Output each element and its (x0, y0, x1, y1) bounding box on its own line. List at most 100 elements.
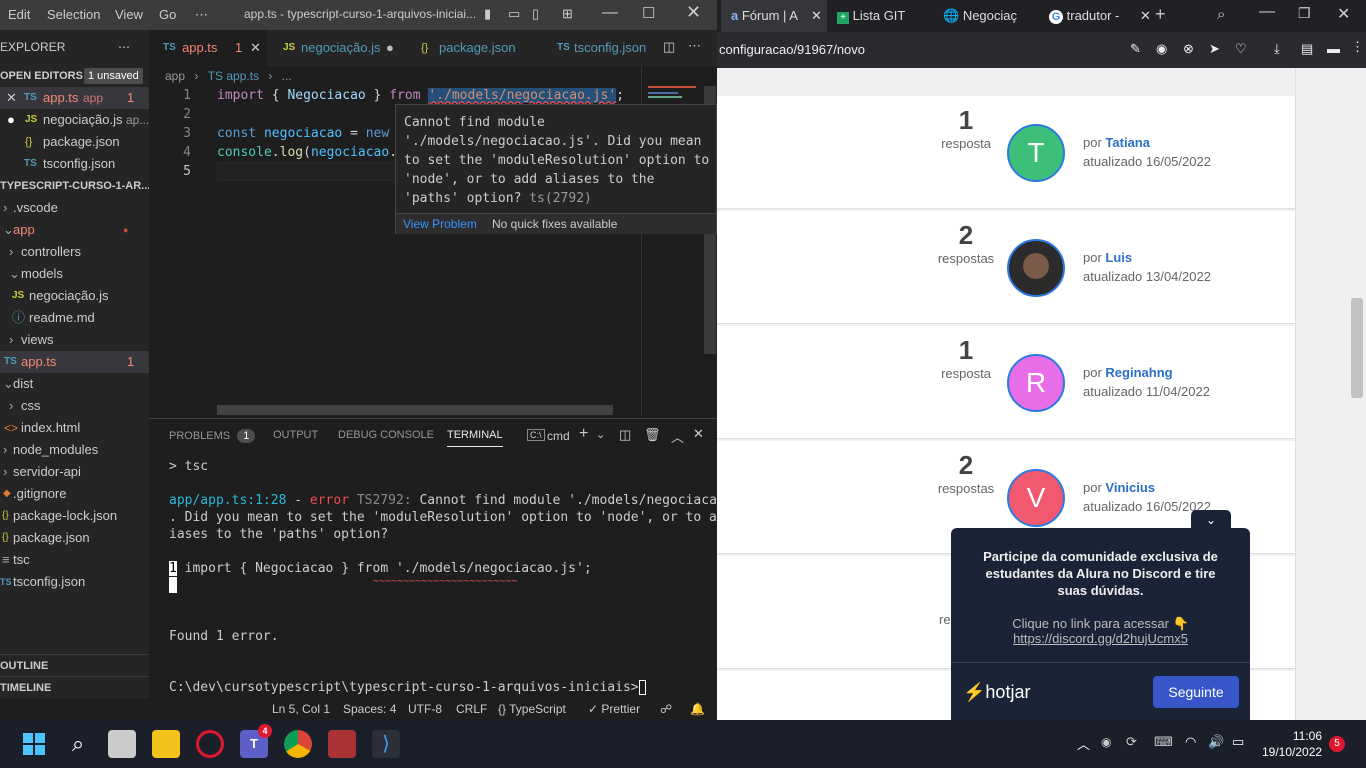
keyboard-icon[interactable]: ⌨ (1154, 734, 1173, 750)
tab-problems[interactable]: PROBLEMS 1 (169, 429, 256, 443)
task-view-icon[interactable] (108, 730, 136, 758)
feedback-icon[interactable]: ☍ (660, 702, 672, 716)
close-icon[interactable]: ✕ (250, 30, 261, 66)
heart-icon[interactable]: ♡ (1235, 41, 1247, 57)
download-icon[interactable]: ⤓ (1274, 41, 1280, 57)
close-icon[interactable]: ✕ (1140, 0, 1151, 32)
split-terminal-icon[interactable]: ◫ (619, 427, 631, 443)
browser-tab-forum[interactable]: a Fórum | A ✕ (721, 0, 827, 32)
tree-package-json[interactable]: {} package.json (0, 527, 149, 549)
opera-icon[interactable] (196, 730, 224, 758)
status-prettier[interactable]: ✓ Prettier (588, 702, 640, 716)
minimize-icon[interactable]: — (1259, 3, 1275, 21)
timeline-header[interactable]: TIMELINE (0, 676, 149, 698)
status-position[interactable]: Ln 5, Col 1 (272, 702, 330, 716)
tree-servidor-api[interactable]: › servidor-api (0, 461, 149, 483)
extensions-icon[interactable]: ▤ (1301, 41, 1313, 57)
layout-secondary-icon[interactable]: ▯ (532, 6, 539, 22)
camera-icon[interactable]: ◉ (1156, 41, 1167, 57)
browser-tab-lista-git[interactable]: + Lista GIT (831, 0, 937, 32)
edit-icon[interactable]: ✎ (1130, 41, 1141, 57)
discord-link[interactable]: https://discord.gg/d2hujUcmx5 (971, 631, 1230, 646)
browser-tab-negociacao[interactable]: 🌐 Negociaç (939, 0, 1044, 32)
tree-views[interactable]: › views (0, 329, 149, 351)
layout-sidebar-icon[interactable]: ▮ (484, 6, 491, 22)
new-tab-icon[interactable]: + (1155, 4, 1166, 25)
chrome-icon[interactable] (284, 730, 312, 758)
wifi-icon[interactable]: ◠ (1185, 734, 1196, 750)
avatar[interactable]: V (1007, 469, 1065, 527)
tree-vscode[interactable]: › .vscode (0, 197, 149, 219)
tab-package-json[interactable]: {} package.json (403, 30, 535, 66)
open-editor-package-json[interactable]: {} package.json (0, 131, 149, 153)
collapse-chevron-icon[interactable]: ⌄ (1191, 510, 1231, 530)
clock[interactable]: 11:06 19/10/2022 (1262, 728, 1322, 760)
tree-tsc[interactable]: ≡ tsc (0, 549, 149, 571)
browser-tab-tradutor[interactable]: G tradutor - ✕ (1047, 0, 1153, 32)
send-icon[interactable]: ➤ (1209, 41, 1220, 57)
close-icon[interactable]: ✕ (811, 0, 822, 32)
terminal-prompt[interactable]: C:\dev\cursotypescript\typescript-curso-… (169, 680, 646, 695)
open-editor-negociacao-js[interactable]: ● JS negociação.js ap... (0, 109, 149, 131)
winrar-icon[interactable] (328, 730, 356, 758)
open-editors-header[interactable]: OPEN EDITORS 1 unsaved (0, 65, 149, 87)
more-actions-icon[interactable]: ⋯ (688, 38, 701, 54)
follow-button[interactable]: Seguinte (1153, 676, 1239, 708)
windows-start-icon[interactable] (20, 730, 48, 758)
add-terminal-icon[interactable]: + (579, 425, 588, 443)
status-language[interactable]: {} TypeScript (498, 702, 566, 716)
tree-index-html[interactable]: <> index.html (0, 417, 149, 439)
menu-edit[interactable]: Edit (8, 7, 30, 22)
author-link[interactable]: Tatiana (1105, 135, 1150, 150)
trash-icon[interactable]: 🗑 (644, 427, 661, 443)
tab-negociacao-js[interactable]: JS negociação.js ● (267, 30, 403, 66)
close-icon[interactable]: ✕ (686, 2, 701, 23)
url-text[interactable]: configuracao/91967/novo (719, 42, 865, 57)
split-editor-icon[interactable]: ◫ (663, 39, 675, 55)
tab-debug-console[interactable]: DEBUG CONSOLE (338, 429, 434, 441)
explorer-more-icon[interactable]: ⋯ (118, 36, 130, 58)
tray-chevron-icon[interactable]: ︿ (1077, 734, 1090, 753)
maximize-icon[interactable]: ☐ (642, 4, 655, 22)
close-icon[interactable]: ✕ (6, 87, 17, 109)
breadcrumb-item[interactable]: TS app.ts (208, 69, 259, 83)
battery-icon[interactable]: ▬ (1327, 41, 1340, 56)
author-link[interactable]: Luis (1105, 250, 1132, 265)
author-link[interactable]: Vinicius (1105, 480, 1155, 495)
menu-icon[interactable]: ⋮ (1351, 39, 1364, 55)
tree-gitignore[interactable]: ◆ .gitignore (0, 483, 149, 505)
close-icon[interactable]: ✕ (1337, 4, 1350, 24)
post-card[interactable]: 1 resposta T por Tatiana atualizado 16/05… (717, 96, 1295, 209)
notification-badge[interactable]: 5 (1329, 736, 1345, 752)
outline-header[interactable]: OUTLINE (0, 654, 149, 676)
status-encoding[interactable]: UTF-8 (408, 702, 442, 716)
search-icon[interactable]: ⌕ (1217, 6, 1225, 23)
menu-selection[interactable]: Selection (47, 7, 100, 22)
tree-models[interactable]: ⌄ models (0, 263, 149, 285)
tray-sync-icon[interactable]: ⟳ (1126, 734, 1137, 750)
customize-layout-icon[interactable]: ⊞ (562, 6, 573, 22)
menu-go[interactable]: Go (159, 7, 176, 22)
address-bar[interactable]: configuracao/91967/novo ✎ ◉ ⊗ ➤ ♡ ⤓ ▤ ▬ … (717, 32, 1366, 68)
avatar[interactable]: T (1007, 124, 1065, 182)
menu-more[interactable]: ⋯ (195, 7, 208, 23)
page-scrollbar[interactable] (1351, 298, 1363, 398)
avatar[interactable] (1007, 239, 1065, 297)
author-link[interactable]: Reginahng (1105, 365, 1172, 380)
layout-panel-icon[interactable]: ▭ (508, 6, 520, 22)
open-editor-app-ts[interactable]: ✕ TS app.ts app 1 (0, 87, 149, 109)
open-editor-tsconfig[interactable]: TS tsconfig.json (0, 153, 149, 175)
avatar[interactable]: R (1007, 354, 1065, 412)
maximize-panel-icon[interactable]: ︿ (671, 427, 684, 446)
tree-package-lock[interactable]: {} package-lock.json (0, 505, 149, 527)
close-panel-icon[interactable]: ✕ (693, 426, 704, 442)
blocker-icon[interactable]: ⊗ (1183, 41, 1194, 57)
tree-dist[interactable]: ⌄ dist (0, 373, 149, 395)
restore-icon[interactable]: ❐ (1298, 5, 1311, 22)
tree-node-modules[interactable]: › node_modules (0, 439, 149, 461)
status-eol[interactable]: CRLF (456, 702, 487, 716)
bell-icon[interactable]: 🔔 (690, 702, 705, 716)
minimize-icon[interactable]: — (602, 4, 618, 22)
tree-controllers[interactable]: › controllers (0, 241, 149, 263)
chevron-down-icon[interactable]: ⌄ (596, 428, 605, 441)
